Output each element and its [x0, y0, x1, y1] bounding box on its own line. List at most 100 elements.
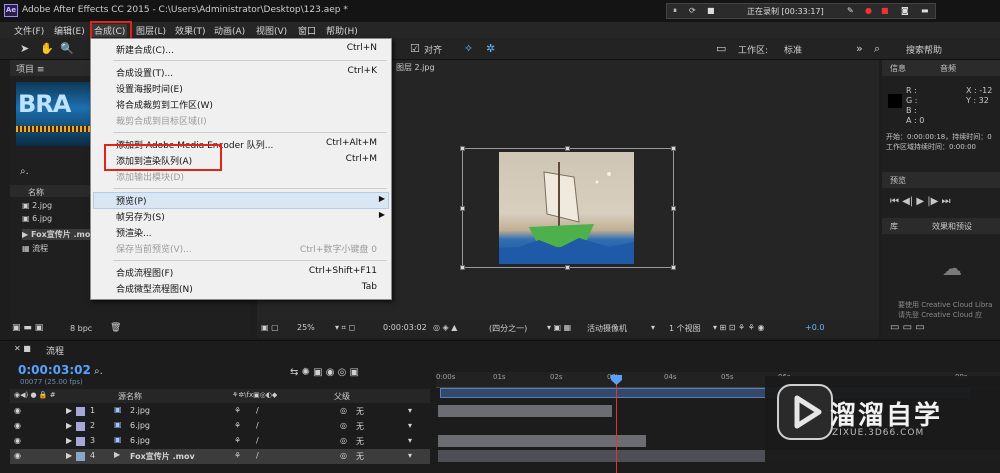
timeline-layer-row[interactable]: ◉ ▶ 3 ▣ 6.jpg ⚘ / ◎ 无 ▾ — [10, 434, 430, 449]
layer-duration-bar[interactable] — [438, 405, 612, 417]
quality-icon[interactable]: / — [256, 406, 259, 415]
menu-file[interactable]: 文件(F) — [14, 24, 44, 37]
hand-tool-icon[interactable]: ✋ — [40, 42, 54, 55]
record-icon[interactable]: ● — [865, 6, 872, 15]
menu-item-composition-settings[interactable]: 合成设置(T)... — [116, 66, 173, 79]
quality-icon[interactable]: / — [256, 421, 259, 430]
search-icon[interactable]: ⌕ — [874, 42, 880, 56]
tab-library[interactable]: 库 — [890, 221, 898, 232]
bit-depth-button[interactable]: 8 bpc — [70, 324, 92, 333]
resolution-select[interactable]: (四分之一) — [489, 323, 527, 334]
minimize-icon[interactable]: ▬ — [921, 6, 929, 15]
camera-icon[interactable]: ◙ — [901, 6, 909, 15]
preview-panel-title[interactable]: 预览 — [890, 175, 906, 186]
camera-snapshot-icon[interactable]: ◎ ◈ ▲ — [433, 323, 457, 332]
expand-arrow-icon[interactable]: ▶ — [66, 421, 72, 430]
menu-item-flowchart[interactable]: 合成流程图(F) — [116, 266, 173, 279]
menu-animation[interactable]: 动画(A) — [214, 24, 245, 37]
playback-controls-icon[interactable]: ⏮ ◀| ▶ |▶ ⏭ — [890, 196, 951, 207]
transform-handle[interactable] — [671, 146, 676, 151]
layer-name[interactable]: 6.jpg — [130, 436, 150, 445]
parent-select[interactable]: 无 — [356, 406, 364, 417]
eye-icon[interactable]: ◉ — [14, 421, 21, 430]
search-help-field[interactable]: 搜索帮助 — [906, 43, 942, 56]
layer-name[interactable]: 2.jpg — [130, 406, 150, 415]
layer-color-label[interactable] — [76, 422, 85, 431]
menu-item-add-output-module[interactable]: 添加输出模块(D) — [116, 170, 184, 183]
parent-pick-icon[interactable]: ◎ — [340, 421, 347, 430]
views-select[interactable]: 1 个视图 — [669, 323, 701, 334]
transform-handle[interactable] — [460, 265, 465, 270]
timeline-switch-icons[interactable]: ⇆ ✺ ▣ ◉ ◎ ▣ — [290, 367, 359, 378]
menu-item-save-preview[interactable]: 保存当前预览(V)... — [116, 242, 192, 255]
selection-tool-icon[interactable]: ➤ — [20, 42, 29, 55]
pen-icon[interactable]: ✎ — [847, 6, 854, 15]
menu-item-trim-work-area[interactable]: 将合成裁剪到工作区(W) — [116, 98, 213, 111]
dropdown-arrow-icon[interactable]: ▾ — [408, 421, 412, 430]
menu-item-new-composition[interactable]: 新建合成(C)... — [116, 43, 174, 56]
playhead[interactable] — [616, 374, 617, 473]
transform-handle[interactable] — [565, 265, 570, 270]
column-name-label[interactable]: 名称 — [28, 187, 44, 198]
transform-handle[interactable] — [460, 146, 465, 151]
quality-icon[interactable]: / — [256, 451, 259, 460]
snap-icon[interactable]: ✧ — [464, 42, 473, 55]
timeline-search-icon[interactable]: ⌕. — [94, 366, 103, 377]
parent-pick-icon[interactable]: ◎ — [340, 451, 347, 460]
layer-name[interactable]: 6.jpg — [130, 421, 150, 430]
transform-handle[interactable] — [671, 206, 676, 211]
menu-edit[interactable]: 编辑(E) — [54, 24, 85, 37]
timeline-layer-row-selected[interactable]: ◉ ▶ 4 ▶ Fox宣传片 .mov ⚘ / ◎ 无 ▾ — [10, 449, 430, 464]
region-icon[interactable]: ▾ ⌗ ◻ — [335, 323, 355, 333]
project-panel-title[interactable]: 项目 — [16, 65, 34, 75]
dropdown-arrow-icon[interactable]: ▾ — [408, 436, 412, 445]
exposure-value[interactable]: +0.0 — [805, 323, 824, 332]
expand-arrow-icon[interactable]: ▶ — [66, 451, 72, 460]
library-bottom-icons[interactable]: ▭ ▭ ▭ — [890, 322, 925, 333]
dropdown-arrow-icon[interactable]: ▾ — [651, 323, 655, 332]
menu-item-crop-region[interactable]: 裁剪合成到目标区域(I) — [116, 114, 207, 127]
layer-color-label[interactable] — [76, 407, 85, 416]
viewer-timecode[interactable]: 0:00:03:02 — [383, 323, 427, 332]
project-file-item[interactable]: ▣ 6.jpg — [22, 214, 52, 223]
layer-color-label[interactable] — [76, 437, 85, 446]
project-bottom-icons[interactable]: ▣ ▬ ▣ — [12, 323, 43, 333]
trash-icon[interactable]: 🗑 — [110, 323, 121, 333]
layer-name[interactable]: Fox宣传片 .mov — [130, 451, 195, 462]
camera-select[interactable]: 活动摄像机 — [587, 323, 627, 334]
timeline-layer-row[interactable]: ◉ ▶ 1 ▣ 2.jpg ⚘ / ◎ 无 ▾ — [10, 404, 430, 419]
timeline-close-icon[interactable]: ✕ ■ — [14, 344, 31, 353]
parent-select[interactable]: 无 — [356, 436, 364, 447]
menu-item-save-frame-as[interactable]: 帧另存为(S) — [116, 210, 165, 223]
parent-pick-icon[interactable]: ◎ — [340, 406, 347, 415]
stop-record-icon[interactable]: ■ — [881, 6, 889, 15]
project-file-item[interactable]: ▣ 2.jpg — [22, 201, 52, 210]
zoom-tool-icon[interactable]: 🔍 — [60, 42, 74, 55]
timeline-layer-row[interactable]: ◉ ▶ 2 ▣ 6.jpg ⚘ / ◎ 无 ▾ — [10, 419, 430, 434]
view-options-icon[interactable]: ▾ ▣ ▦ — [547, 323, 571, 332]
expand-arrow-icon[interactable]: ▶ — [66, 436, 72, 445]
eye-icon[interactable]: ◉ — [14, 436, 21, 445]
tab-effects-presets[interactable]: 效果和预设 — [932, 221, 972, 232]
parent-select[interactable]: 无 — [356, 421, 364, 432]
layer-duration-bar[interactable] — [438, 435, 646, 447]
expand-arrow-icon[interactable]: ▶ — [66, 406, 72, 415]
shy-icon[interactable]: ⚘ — [234, 436, 241, 445]
menu-item-poster-time[interactable]: 设置海报时间(E) — [116, 82, 183, 95]
layer-panel-tab[interactable]: 图层 2.jpg — [396, 62, 435, 73]
parent-header[interactable]: 父级 — [334, 391, 350, 402]
transform-handle[interactable] — [671, 265, 676, 270]
eye-icon[interactable]: ◉ — [14, 406, 21, 415]
eye-icon[interactable]: ◉ — [14, 451, 21, 460]
source-name-header[interactable]: 源名称 — [118, 391, 142, 402]
dropdown-arrow-icon[interactable]: ▾ — [408, 451, 412, 460]
menu-item-pre-render[interactable]: 预渲染... — [116, 226, 152, 239]
menu-item-mini-flowchart[interactable]: 合成微型流程图(N) — [116, 282, 193, 295]
shy-icon[interactable]: ⚘ — [234, 451, 241, 460]
zoom-select[interactable]: 25% — [297, 323, 315, 332]
menu-item-preview[interactable]: 预览(P) — [116, 194, 146, 207]
menu-window[interactable]: 窗口 — [298, 24, 316, 37]
tab-info[interactable]: 信息 — [890, 63, 906, 74]
workspace-menu-icon[interactable]: » — [856, 42, 863, 55]
transform-handle[interactable] — [565, 146, 570, 151]
